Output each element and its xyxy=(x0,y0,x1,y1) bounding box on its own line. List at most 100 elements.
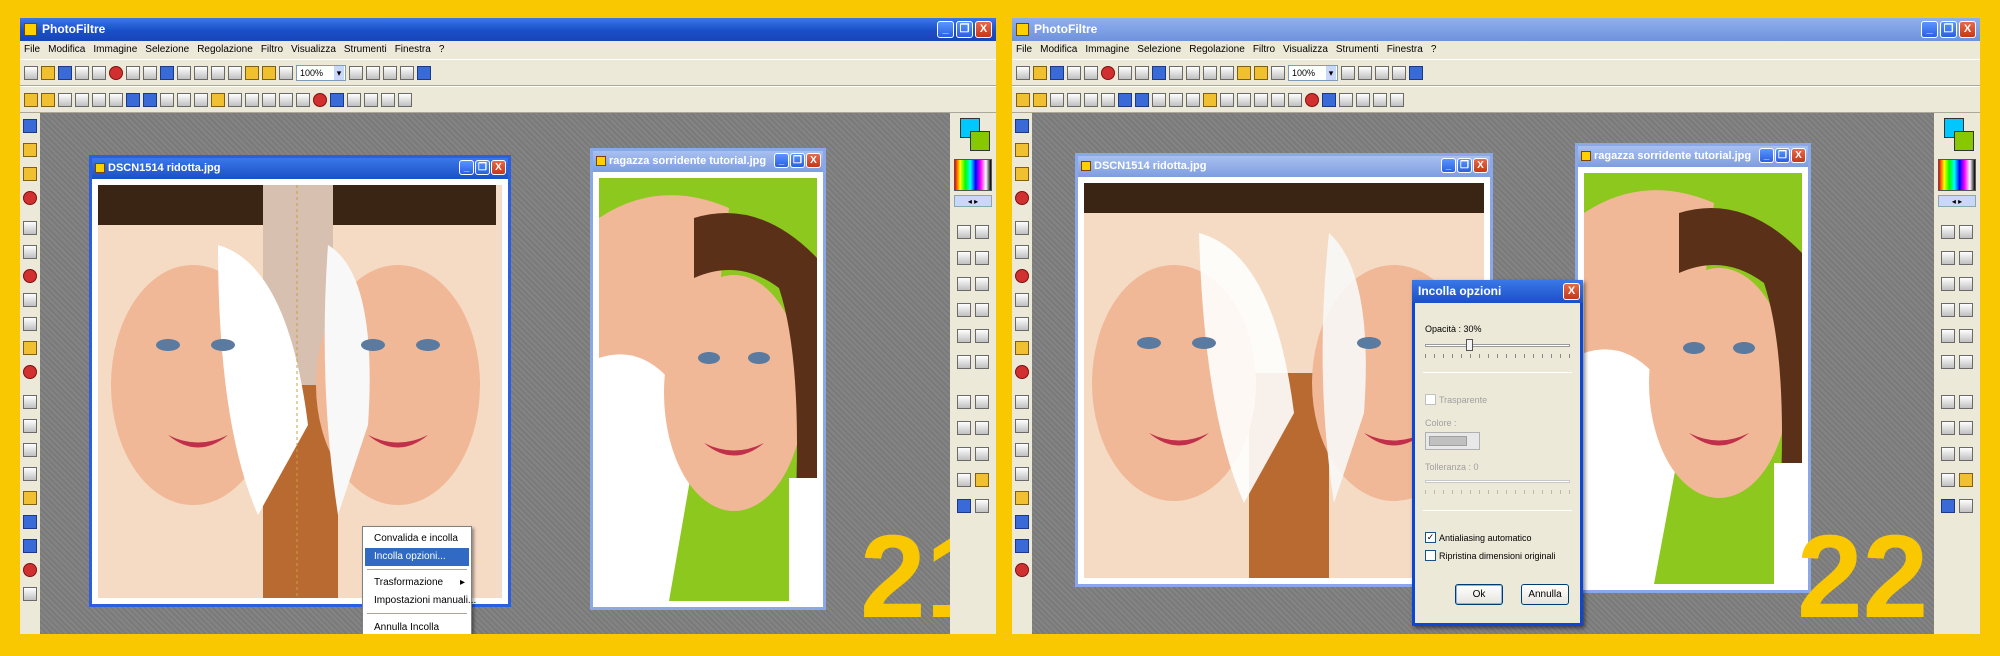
opacity-slider-track[interactable] xyxy=(1425,344,1570,347)
auto-contrast-icon[interactable] xyxy=(1033,92,1047,107)
lasso-icon[interactable] xyxy=(975,447,989,461)
magic-wand-icon[interactable] xyxy=(957,251,971,265)
sharpen-icon[interactable] xyxy=(1237,92,1251,107)
puzzle-tool-icon[interactable] xyxy=(23,341,37,355)
triangle-icon[interactable] xyxy=(1941,447,1955,461)
image-tool-icon[interactable] xyxy=(23,443,37,457)
secondary-color-swatch[interactable] xyxy=(970,131,990,151)
fill-bucket-icon[interactable] xyxy=(957,277,971,291)
saturation-up-icon[interactable] xyxy=(1118,92,1132,107)
blur-drop-icon[interactable] xyxy=(957,329,971,343)
resize-icon[interactable] xyxy=(211,65,225,80)
rotate-left-icon[interactable] xyxy=(364,92,378,107)
contrast-up-icon[interactable] xyxy=(1084,92,1098,107)
sphere-tool-icon[interactable] xyxy=(23,539,37,553)
menu-help[interactable]: ? xyxy=(439,44,445,55)
mirror-icon[interactable] xyxy=(1322,92,1336,107)
transform-icon[interactable] xyxy=(1390,92,1404,107)
auto-contrast-icon[interactable] xyxy=(41,92,55,107)
doc-minimize-button[interactable]: _ xyxy=(774,153,789,168)
soften-icon[interactable] xyxy=(1254,92,1268,107)
grid-tool-icon[interactable] xyxy=(1015,245,1029,259)
rgb-tool-icon[interactable] xyxy=(23,563,37,577)
restore-size-checkbox[interactable] xyxy=(1425,550,1436,561)
polygon-icon[interactable] xyxy=(1941,473,1955,487)
gamma-up-icon[interactable] xyxy=(1152,92,1166,107)
redo-icon[interactable] xyxy=(1118,65,1132,80)
doc-window-ragazza[interactable]: ragazza sorridente tutorial.jpg _ ❐ X xyxy=(1575,143,1811,593)
gradient-icon[interactable] xyxy=(1305,92,1319,107)
maximize-button[interactable]: ❐ xyxy=(1940,21,1957,38)
smudge-icon[interactable] xyxy=(975,329,989,343)
emboss-icon[interactable] xyxy=(1271,92,1285,107)
picker-tool-icon[interactable] xyxy=(975,225,989,239)
menu-item-annulla-incolla[interactable]: Annulla Incolla xyxy=(365,619,469,634)
saturation-up-icon[interactable] xyxy=(126,92,140,107)
import-icon[interactable] xyxy=(1237,65,1251,80)
pattern-tool-icon[interactable] xyxy=(23,419,37,433)
doc-maximize-button[interactable]: ❐ xyxy=(475,160,490,175)
menu-regolazione[interactable]: Regolazione xyxy=(197,44,253,55)
fullscreen-icon[interactable] xyxy=(1409,65,1423,80)
grayscale-icon[interactable] xyxy=(194,92,208,107)
histogram-tool-icon[interactable] xyxy=(1015,515,1029,529)
doc-maximize-button[interactable]: ❐ xyxy=(1775,148,1790,163)
fit-window-icon[interactable] xyxy=(383,65,397,80)
layer-tool-icon[interactable] xyxy=(23,143,37,157)
text-select-icon[interactable] xyxy=(1959,499,1973,513)
undo-icon[interactable] xyxy=(109,65,123,80)
line-tool-icon[interactable] xyxy=(1959,251,1973,265)
zoom-combo[interactable]: 100% xyxy=(1288,64,1338,81)
puzzle-tool-icon[interactable] xyxy=(1015,341,1029,355)
paste-icon[interactable] xyxy=(1152,65,1166,80)
text-select-icon[interactable] xyxy=(975,499,989,513)
menu-item-convalida-incolla[interactable]: Convalida e incolla xyxy=(365,530,469,548)
emboss-icon[interactable] xyxy=(279,92,293,107)
fill-bucket-icon[interactable] xyxy=(1941,277,1955,291)
stamp-icon[interactable] xyxy=(957,355,971,369)
print-icon[interactable] xyxy=(1067,65,1081,80)
close-button[interactable]: X xyxy=(1959,21,1976,38)
doc-minimize-button[interactable]: _ xyxy=(1759,148,1774,163)
flip-icon[interactable] xyxy=(1339,92,1353,107)
advanced-brush-icon[interactable] xyxy=(1959,303,1973,317)
ellipse-icon[interactable] xyxy=(1959,395,1973,409)
figure-tool-icon[interactable] xyxy=(1015,293,1029,307)
new-file-icon[interactable] xyxy=(24,65,38,80)
pointer-tool-icon[interactable] xyxy=(957,225,971,239)
text-icon[interactable] xyxy=(1220,65,1234,80)
hand-icon[interactable] xyxy=(975,355,989,369)
scanner-icon[interactable] xyxy=(92,65,106,80)
color-tool-icon[interactable] xyxy=(23,191,37,205)
rounded-rect-icon[interactable] xyxy=(1941,421,1955,435)
close-button[interactable]: X xyxy=(975,21,992,38)
gamma-down-icon[interactable] xyxy=(177,92,191,107)
zoom-in-icon[interactable] xyxy=(349,65,363,80)
fit-window-icon[interactable] xyxy=(1375,65,1389,80)
maximize-button[interactable]: ❐ xyxy=(956,21,973,38)
contrast-down-icon[interactable] xyxy=(1101,92,1115,107)
menu-regolazione[interactable]: Regolazione xyxy=(1189,44,1245,55)
duplicate-icon[interactable] xyxy=(194,65,208,80)
figure-tool-icon[interactable] xyxy=(23,293,37,307)
color-palette[interactable] xyxy=(954,159,992,191)
spray-icon[interactable] xyxy=(1959,277,1973,291)
doc-minimize-button[interactable]: _ xyxy=(459,160,474,175)
menu-item-trasformazione[interactable]: Trasformazione ▸ xyxy=(365,574,469,592)
save-icon[interactable] xyxy=(58,65,72,80)
color-tool-icon[interactable] xyxy=(1015,191,1029,205)
rectangle-icon[interactable] xyxy=(957,395,971,409)
function-tool-icon[interactable] xyxy=(1015,395,1029,409)
open-folder-icon[interactable] xyxy=(41,65,55,80)
actual-size-icon[interactable] xyxy=(400,65,414,80)
history-icon[interactable] xyxy=(279,65,293,80)
text-icon[interactable] xyxy=(228,65,242,80)
advanced-brush-icon[interactable] xyxy=(975,303,989,317)
tolerance-slider-track[interactable] xyxy=(1425,480,1570,483)
triangle-icon[interactable] xyxy=(957,447,971,461)
doc-maximize-button[interactable]: ❐ xyxy=(790,153,805,168)
star-tool-icon[interactable] xyxy=(1015,269,1029,283)
portrait-canvas[interactable] xyxy=(599,178,817,601)
auto-level-icon[interactable] xyxy=(24,92,38,107)
duplicate-icon[interactable] xyxy=(1186,65,1200,80)
